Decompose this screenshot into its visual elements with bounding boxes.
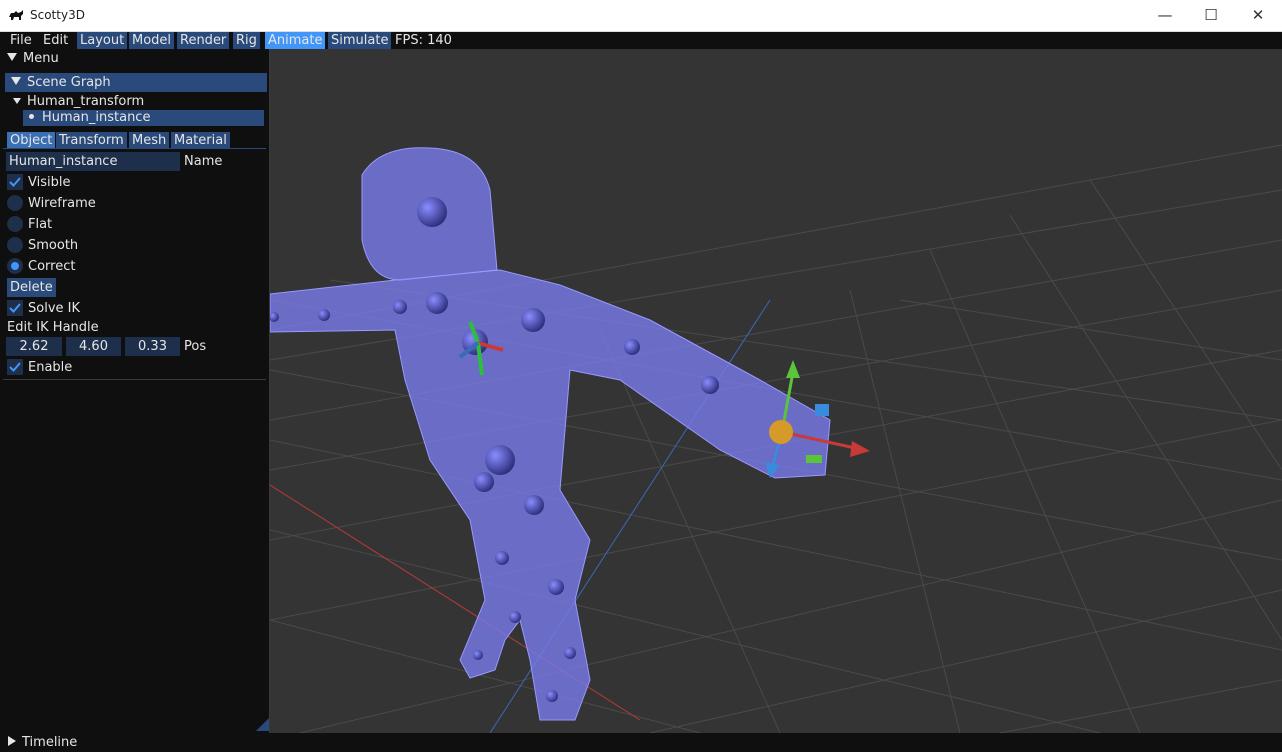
enable-label: Enable <box>28 360 73 375</box>
check-icon <box>9 362 21 372</box>
solve-ik-checkbox[interactable] <box>7 300 23 316</box>
collapse-triangle-icon <box>7 53 17 61</box>
side-panel: Menu Scene Graph Human_transform Human_i… <box>0 49 270 733</box>
correct-label: Correct <box>28 259 76 274</box>
mode-render-button[interactable]: Render <box>177 32 230 49</box>
visible-checkbox[interactable] <box>7 174 23 190</box>
solve-ik-label: Solve IK <box>28 301 80 316</box>
scene-graph-label: Scene Graph <box>27 75 111 90</box>
check-icon <box>9 177 21 187</box>
panel-separator <box>3 379 266 380</box>
delete-button[interactable]: Delete <box>7 278 56 297</box>
menu-header[interactable]: Menu <box>7 49 59 68</box>
minimize-button[interactable]: — <box>1142 0 1188 31</box>
tab-transform[interactable]: Transform <box>56 132 127 149</box>
expand-triangle-icon <box>8 736 16 746</box>
window-title: Scotty3D <box>30 8 85 22</box>
bullet-icon <box>29 114 34 119</box>
menu-file[interactable]: File <box>7 32 35 49</box>
tree-node-human-instance[interactable]: Human_instance <box>23 110 264 126</box>
scene-render <box>270 144 1282 733</box>
scotty-dog-icon <box>9 10 23 20</box>
name-field[interactable]: Human_instance <box>6 152 180 171</box>
visible-label: Visible <box>28 175 71 190</box>
tree-node-human-transform[interactable]: Human_transform <box>13 92 144 111</box>
menu-header-label: Menu <box>23 51 59 66</box>
menu-edit[interactable]: Edit <box>40 32 71 49</box>
timeline-label: Timeline <box>22 735 78 750</box>
tab-object[interactable]: Object <box>7 132 56 149</box>
wireframe-radio[interactable] <box>7 195 23 211</box>
flat-label: Flat <box>28 217 53 232</box>
tree-node-label: Human_instance <box>42 110 151 125</box>
mode-rig-button[interactable]: Rig <box>233 32 260 49</box>
enable-checkbox[interactable] <box>7 359 23 375</box>
wireframe-label: Wireframe <box>28 196 96 211</box>
tab-underline <box>3 148 266 149</box>
close-button[interactable]: ✕ <box>1235 0 1281 31</box>
ik-pos-x-input[interactable]: 2.62 <box>6 337 62 356</box>
check-icon <box>9 303 21 313</box>
ik-pos-y-input[interactable]: 4.60 <box>66 337 121 356</box>
ik-pos-z-input[interactable]: 0.33 <box>125 337 180 356</box>
edit-ik-handle-label: Edit IK Handle <box>7 320 99 335</box>
flat-radio[interactable] <box>7 216 23 232</box>
mode-model-button[interactable]: Model <box>129 32 175 49</box>
maximize-button[interactable]: ☐ <box>1188 0 1234 31</box>
mode-layout-button[interactable]: Layout <box>77 32 128 49</box>
tab-material[interactable]: Material <box>171 132 230 149</box>
mode-animate-button[interactable]: Animate <box>265 32 326 49</box>
correct-radio[interactable] <box>7 258 23 274</box>
timeline-bar[interactable]: Timeline <box>0 733 1282 752</box>
scene-graph-header[interactable]: Scene Graph <box>5 73 267 92</box>
window-titlebar: Scotty3D — ☐ ✕ <box>0 0 1282 32</box>
panel-resize-grip[interactable] <box>256 718 269 731</box>
tree-expand-icon <box>13 98 21 104</box>
name-label: Name <box>184 154 223 169</box>
mode-simulate-button[interactable]: Simulate <box>328 32 392 49</box>
main-menubar: File Edit Layout Model Render Rig Animat… <box>0 32 1282 49</box>
fps-counter: FPS: 140 <box>395 33 452 48</box>
smooth-radio[interactable] <box>7 237 23 253</box>
tab-mesh[interactable]: Mesh <box>129 132 170 149</box>
human-mesh <box>270 147 831 721</box>
collapse-triangle-icon <box>11 77 21 85</box>
pos-label: Pos <box>184 339 207 354</box>
3d-viewport[interactable] <box>270 49 1282 733</box>
smooth-label: Smooth <box>28 238 79 253</box>
tree-node-label: Human_transform <box>27 94 145 109</box>
